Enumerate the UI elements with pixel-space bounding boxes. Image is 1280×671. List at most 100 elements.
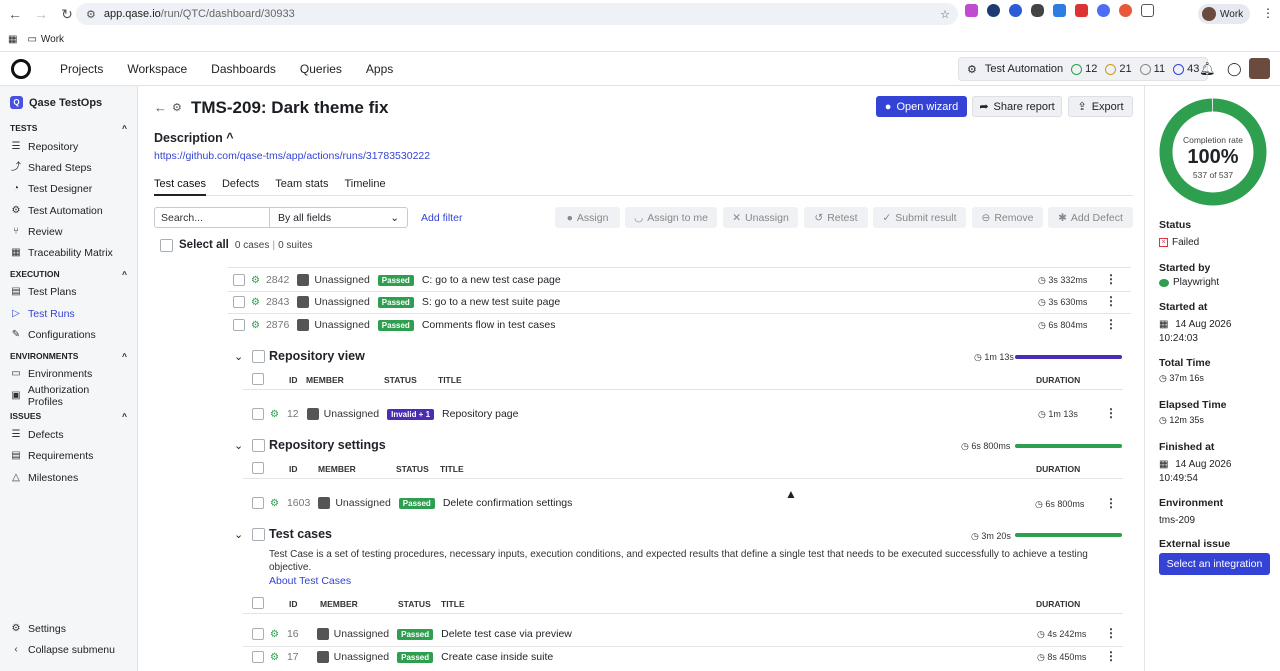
row-checkbox[interactable]: [252, 651, 264, 663]
chevron-down-icon[interactable]: ⌄: [234, 350, 243, 363]
select-all-label[interactable]: Select all: [179, 239, 229, 251]
submit-result-button[interactable]: ✓ Submit result: [873, 207, 966, 228]
sidebar-section-environments[interactable]: ENVIRONMENTS ^: [0, 348, 137, 364]
sidebar-item-review[interactable]: ⑂ Review: [0, 221, 137, 242]
suite-checkbox[interactable]: [252, 439, 265, 452]
extension-icon[interactable]: [1075, 4, 1088, 17]
sidebar-item-test-designer[interactable]: ◔ Test Designer: [0, 179, 137, 200]
extension-icon[interactable]: [965, 4, 978, 17]
row-menu-icon[interactable]: ⋮: [1105, 272, 1117, 286]
sidebar-item-repository[interactable]: ☰ Repository: [0, 136, 137, 157]
case-title[interactable]: Delete test case via preview: [441, 628, 572, 640]
project-title[interactable]: Q Qase TestOps: [0, 86, 137, 115]
sidebar-item-test-automation[interactable]: ⚙ Test Automation: [0, 200, 137, 221]
chat-icon[interactable]: ◯: [1227, 61, 1242, 77]
sidebar-item-milestones[interactable]: △ Milestones: [0, 467, 137, 488]
tab-test-cases[interactable]: Test cases: [154, 178, 206, 196]
case-title[interactable]: Create case inside suite: [441, 651, 553, 663]
tab-timeline[interactable]: Timeline: [344, 178, 385, 196]
table-row[interactable]: ⚙ 2876 Unassigned Passed Comments flow i…: [233, 315, 1118, 335]
case-title[interactable]: C: go to a new test case page: [422, 274, 561, 286]
retest-button[interactable]: ↺ Retest: [804, 207, 868, 228]
extension-icon[interactable]: [1053, 4, 1066, 17]
tab-team-stats[interactable]: Team stats: [275, 178, 328, 196]
collapse-submenu-button[interactable]: ‹ Collapse submenu: [0, 639, 126, 660]
search-input[interactable]: Search...: [154, 207, 270, 228]
test-automation-widget[interactable]: ⚙ Test Automation 12 21 11 43: [958, 57, 1209, 81]
chevron-down-icon[interactable]: ⌄: [234, 528, 243, 541]
sidebar-item-test-runs[interactable]: ▷ Test Runs: [0, 303, 137, 324]
row-checkbox[interactable]: [233, 319, 245, 331]
suite-title[interactable]: Repository settings: [269, 438, 386, 452]
sidebar-item-environments[interactable]: ▭ Environments: [0, 364, 137, 385]
table-row[interactable]: ⚙ 17 Unassigned Passed Create case insid…: [252, 647, 553, 667]
notifications-bell-icon[interactable]: 🔔︎: [1199, 61, 1216, 77]
sidebar-section-execution[interactable]: EXECUTION ^: [0, 266, 137, 282]
bookmark-folder[interactable]: ▭ Work: [27, 34, 64, 45]
row-checkbox[interactable]: [252, 408, 264, 420]
header-checkbox[interactable]: [252, 373, 264, 385]
add-filter-button[interactable]: Add filter: [421, 212, 462, 224]
select-all-checkbox[interactable]: [160, 238, 173, 252]
table-row[interactable]: ⚙ 2842 Unassigned Passed C: go to a new …: [233, 270, 1118, 290]
row-menu-icon[interactable]: ⋮: [1105, 294, 1117, 308]
apps-grid-icon[interactable]: ▦: [8, 34, 17, 45]
sidebar-item-test-plans[interactable]: ▤ Test Plans: [0, 282, 137, 303]
about-test-cases-link[interactable]: About Test Cases: [269, 575, 351, 587]
share-report-button[interactable]: ➦ Share report: [972, 96, 1062, 117]
assign-to-me-button[interactable]: ◡ Assign to me: [625, 207, 717, 228]
row-checkbox[interactable]: [252, 628, 264, 640]
back-arrow-icon[interactable]: ←: [2, 1, 28, 27]
case-title[interactable]: S: go to a new test suite page: [422, 296, 560, 308]
row-menu-icon[interactable]: ⋮: [1105, 317, 1117, 331]
bug-extension-icon[interactable]: [1031, 4, 1044, 17]
suite-title[interactable]: Repository view: [269, 349, 365, 363]
row-menu-icon[interactable]: ⋮: [1105, 406, 1117, 420]
sidebar-item-configurations[interactable]: ✎ Configurations: [0, 324, 137, 345]
menu-workspace[interactable]: Workspace: [112, 62, 196, 76]
browser-menu-icon[interactable]: ⋮: [1262, 6, 1274, 20]
table-row[interactable]: ⚙ 2843 Unassigned Passed S: go to a new …: [233, 292, 1118, 312]
qase-logo[interactable]: [11, 58, 31, 79]
suite-checkbox[interactable]: [252, 528, 265, 541]
row-checkbox[interactable]: [252, 497, 264, 509]
profile-button[interactable]: Work: [1198, 4, 1250, 24]
case-title[interactable]: Delete confirmation settings: [443, 497, 573, 509]
table-row[interactable]: ⚙ 12 Unassigned Invalid + 1 Repository p…: [252, 404, 518, 424]
back-arrow-icon[interactable]: ←: [154, 100, 167, 115]
address-bar[interactable]: ⚙ app.qase.io/run/QTC/dashboard/30933 ☆: [76, 3, 958, 25]
table-row[interactable]: ⚙ 1603 Unassigned Passed Delete confirma…: [252, 493, 572, 513]
field-select[interactable]: By all fields ⌄: [269, 207, 408, 228]
chevron-down-icon[interactable]: ⌄: [234, 439, 243, 452]
description-toggle[interactable]: Description ^: [154, 131, 234, 145]
extension-icon[interactable]: [1009, 4, 1022, 17]
row-menu-icon[interactable]: ⋮: [1105, 626, 1117, 640]
bookmark-star-icon[interactable]: ☆: [940, 8, 950, 21]
menu-dashboards[interactable]: Dashboards: [196, 62, 285, 76]
menu-queries[interactable]: Queries: [285, 62, 351, 76]
row-menu-icon[interactable]: ⋮: [1105, 496, 1117, 510]
assign-button[interactable]: ● Assign: [555, 207, 620, 228]
export-button[interactable]: ⇪ Export: [1068, 96, 1133, 117]
extension-icon[interactable]: [1097, 4, 1110, 17]
sidebar-item-defects[interactable]: ☰ Defects: [0, 424, 137, 445]
row-checkbox[interactable]: [233, 274, 245, 286]
extension-icon[interactable]: [987, 4, 1000, 17]
header-checkbox[interactable]: [252, 597, 264, 609]
extension-icon[interactable]: [1119, 4, 1132, 17]
header-checkbox[interactable]: [252, 462, 264, 474]
row-checkbox[interactable]: [233, 296, 245, 308]
add-defect-button[interactable]: ✱ Add Defect: [1048, 207, 1133, 228]
sidebar-item-shared-steps[interactable]: ⤴ Shared Steps: [0, 157, 137, 178]
tab-defects[interactable]: Defects: [222, 178, 259, 196]
forward-arrow-icon[interactable]: →: [28, 1, 54, 27]
select-integration-button[interactable]: Select an integration: [1159, 553, 1270, 575]
suite-title[interactable]: Test cases: [269, 527, 332, 541]
open-wizard-button[interactable]: ● Open wizard: [876, 96, 967, 117]
puzzle-extensions-icon[interactable]: [1141, 4, 1154, 17]
sidebar-item-auth-profiles[interactable]: ▣ Authorization Profiles: [0, 384, 137, 408]
remove-button[interactable]: ⊖ Remove: [972, 207, 1043, 228]
sidebar-item-settings[interactable]: ⚙ Settings: [0, 618, 77, 639]
case-title[interactable]: Repository page: [442, 408, 518, 420]
table-row[interactable]: ⚙ 16 Unassigned Passed Delete test case …: [252, 624, 572, 644]
